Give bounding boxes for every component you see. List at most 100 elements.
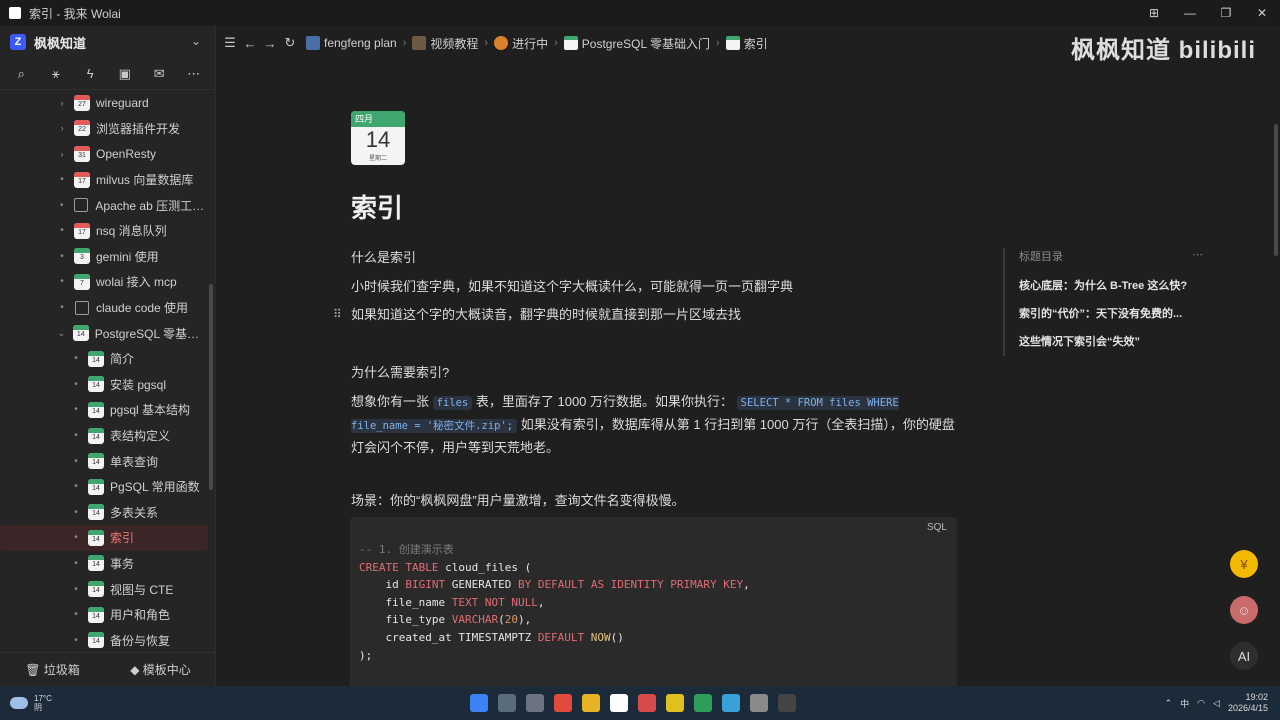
bullet-icon: •: [74, 557, 78, 569]
chevron-right-icon[interactable]: ›: [56, 149, 68, 159]
text-block[interactable]: 如果知道这个字的大概读音，翻字典的时候就直接到那一片区域去找: [351, 304, 956, 325]
bullet-icon: •: [74, 378, 78, 390]
start-icon[interactable]: [470, 694, 488, 712]
sidebar-child-item[interactable]: • 14 备份与恢复: [0, 627, 208, 653]
drag-handle-icon[interactable]: ⠿: [333, 307, 342, 321]
sidebar-item-label: wolai 接入 mcp: [96, 275, 177, 290]
app-icon[interactable]: [638, 694, 656, 712]
minimize-button[interactable]: —: [1172, 0, 1208, 26]
sidebar-item-label: 备份与恢复: [110, 633, 171, 648]
inbox-icon[interactable]: ✉: [147, 66, 171, 82]
sidebar-child-item[interactable]: • 14 pgsql 基本结构: [0, 397, 208, 423]
search-icon[interactable]: ⌕: [9, 66, 33, 82]
menu-icon[interactable]: ☰: [220, 35, 240, 51]
avatar[interactable]: ☺: [1230, 596, 1258, 624]
sidebar-item[interactable]: › 27 wireguard: [0, 90, 208, 116]
ime-indicator[interactable]: 中: [1180, 697, 1189, 710]
sidebar-item[interactable]: • claude code 使用: [0, 295, 208, 321]
more-icon[interactable]: ⋯: [182, 66, 206, 82]
chevron-down-icon[interactable]: ⌄: [56, 328, 67, 339]
sidebar-item[interactable]: • Apache ab 压测工具...: [0, 192, 208, 218]
grid-icon[interactable]: ⊞: [1136, 0, 1172, 26]
share-icon[interactable]: ⚹: [44, 66, 68, 82]
sidebar-child-item[interactable]: • 14 用户和角色: [0, 602, 208, 628]
sidebar-child-item[interactable]: • 14 PgSQL 常用函数: [0, 474, 208, 500]
page-icon-calendar[interactable]: 四月 14 星期二: [351, 111, 405, 165]
volume-icon[interactable]: ◁: [1213, 698, 1220, 709]
cover-month: 四月: [351, 111, 405, 127]
calendar-icon[interactable]: ▣: [113, 66, 137, 82]
sidebar-item[interactable]: › 22 浏览器插件开发: [0, 116, 208, 142]
breadcrumb-item-current[interactable]: 索引: [725, 35, 768, 52]
maximize-button[interactable]: ❐: [1208, 0, 1244, 26]
sidebar-child-item[interactable]: • 14 多表关系: [0, 500, 208, 526]
template-center-button[interactable]: ◆ 模板中心: [130, 661, 191, 678]
trash-label: 垃圾箱: [43, 663, 80, 677]
tray-chevron-icon[interactable]: ⌃: [1165, 698, 1173, 709]
editor-scrollbar[interactable]: [1274, 124, 1278, 256]
code-block[interactable]: SQL -- 1. 创建演示表 CREATE TABLE cloud_files…: [350, 517, 957, 686]
breadcrumb-item[interactable]: 进行中 ›: [494, 35, 558, 52]
text-block[interactable]: 为什么需要索引?: [351, 362, 956, 383]
search-icon[interactable]: [498, 694, 516, 712]
weather-widget[interactable]: 17°C 阴: [10, 694, 52, 712]
folder-icon[interactable]: [582, 694, 600, 712]
code-content[interactable]: -- 1. 创建演示表 CREATE TABLE cloud_files ( i…: [359, 541, 750, 664]
terminal-icon[interactable]: [778, 694, 796, 712]
toc-item[interactable]: 这些情况下索引会“失效”: [1019, 328, 1203, 356]
breadcrumb-separator: ›: [484, 37, 489, 49]
app-icon[interactable]: [750, 694, 768, 712]
task-view-icon[interactable]: [526, 694, 544, 712]
sidebar-child-item[interactable]: • 14 事务: [0, 551, 208, 577]
sidebar-child-item[interactable]: • 14 视图与 CTE: [0, 576, 208, 602]
text-block[interactable]: 场景：你的“枫枫网盘”用户量激增，查询文件名变得极慢。: [351, 490, 956, 511]
chevron-right-icon[interactable]: ›: [56, 123, 68, 133]
text-block[interactable]: 什么是索引: [351, 247, 956, 268]
sidebar-child-item[interactable]: • 14 单表查询: [0, 448, 208, 474]
toc-item[interactable]: 索引的“代价”：天下没有免费的...: [1019, 300, 1203, 328]
page-title[interactable]: 索引: [351, 188, 403, 225]
breadcrumb-item[interactable]: PostgreSQL 零基础入门 ›: [563, 35, 720, 52]
app-icon[interactable]: [694, 694, 712, 712]
ai-assistant-icon[interactable]: AI: [1230, 642, 1258, 670]
sidebar-item[interactable]: • 17 nsq 消息队列: [0, 218, 208, 244]
coin-icon[interactable]: ¥: [1230, 550, 1258, 578]
text-span: 表，里面存了 1000 万行数据。如果你执行：: [475, 394, 734, 409]
forward-button[interactable]: →: [260, 36, 280, 51]
workspace-switcher[interactable]: Z 枫枫知道 ⌄: [0, 26, 215, 58]
sidebar-child-item[interactable]: • 14 表结构定义: [0, 423, 208, 449]
wifi-icon[interactable]: ◠: [1197, 698, 1205, 709]
sidebar-child-item[interactable]: • 14 简介: [0, 346, 208, 372]
sidebar-item[interactable]: ⌄ 14 PostgreSQL 零基础入...: [0, 320, 208, 346]
sidebar-item[interactable]: › 31 OpenResty: [0, 141, 208, 167]
code-language-label[interactable]: SQL: [927, 522, 947, 533]
clock[interactable]: 19:02 2026/4/15: [1228, 692, 1268, 714]
cover-weekday: 星期二: [368, 156, 387, 162]
breadcrumb-item[interactable]: 视频教程 ›: [412, 35, 488, 52]
close-button[interactable]: ✕: [1244, 0, 1280, 26]
chevron-down-icon[interactable]: ⌄: [191, 34, 201, 48]
text-block-paragraph[interactable]: 想象你有一张 files 表，里面存了 1000 万行数据。如果你执行： SEL…: [351, 391, 956, 458]
chrome-icon[interactable]: [554, 694, 572, 712]
sidebar-scrollbar[interactable]: [209, 284, 213, 490]
refresh-button[interactable]: ↻: [280, 35, 300, 51]
sidebar-child-item[interactable]: • 14 索引: [0, 525, 208, 551]
sidebar-item[interactable]: • 7 wolai 接入 mcp: [0, 269, 208, 295]
calendar-icon: 14: [88, 529, 104, 546]
more-icon[interactable]: ⋯: [1192, 248, 1203, 272]
sidebar-toolbar: ⌕ ⚹ ϟ ▣ ✉ ⋯: [0, 58, 215, 90]
app-icon[interactable]: [722, 694, 740, 712]
toc-item[interactable]: 核心底层：为什么 B-Tree 这么快?: [1019, 272, 1203, 300]
wolai-icon[interactable]: [610, 694, 628, 712]
trash-button[interactable]: 🗑 垃圾箱: [25, 661, 80, 678]
sidebar-item-label: 浏览器插件开发: [96, 121, 181, 136]
text-block[interactable]: 小时候我们查字典，如果不知道这个字大概读什么，可能就得一页一页翻字典: [351, 276, 956, 297]
back-button[interactable]: ←: [240, 36, 260, 51]
breadcrumb-item[interactable]: fengfeng plan ›: [306, 36, 406, 50]
sidebar-item[interactable]: • 17 milvus 向量数据库: [0, 167, 208, 193]
app-icon[interactable]: [666, 694, 684, 712]
sidebar-child-item[interactable]: • 14 安装 pgsql: [0, 372, 208, 398]
lightning-icon[interactable]: ϟ: [78, 66, 102, 81]
sidebar-item[interactable]: • 3 gemini 使用: [0, 244, 208, 270]
chevron-right-icon[interactable]: ›: [56, 98, 68, 108]
